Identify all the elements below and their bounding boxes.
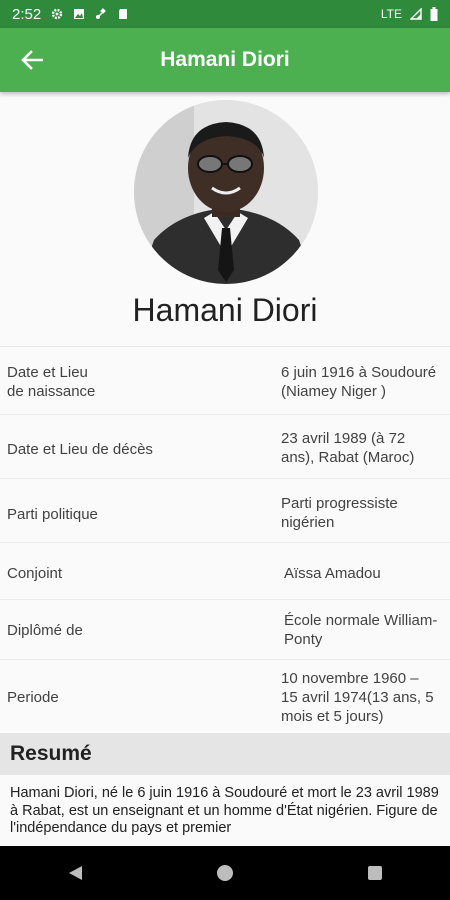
nav-back-button[interactable] xyxy=(45,846,105,900)
portrait-photo xyxy=(134,100,318,284)
detail-label: Periode xyxy=(7,689,59,706)
status-time: 2:52 xyxy=(12,5,42,23)
content: Hamani Diori Date et Lieu de naissance 6… xyxy=(0,92,450,846)
gear-icon xyxy=(52,8,63,20)
system-nav-bar xyxy=(0,846,450,900)
battery-icon xyxy=(430,7,438,21)
recents-square-icon xyxy=(368,866,382,880)
detail-label: Conjoint xyxy=(7,565,63,582)
satellite-icon xyxy=(96,8,107,19)
detail-value: 23 avril 1989 (à 72 ans), Rabat (Maroc) xyxy=(281,430,415,466)
nav-home-button[interactable] xyxy=(195,846,255,900)
detail-row-party: Parti politique Parti progressiste nigér… xyxy=(0,479,450,543)
back-triangle-icon xyxy=(69,866,82,880)
detail-row-death: Date et Lieu de décès 23 avril 1989 (à 7… xyxy=(0,415,450,479)
detail-row-birth: Date et Lieu de naissance 6 juin 1916 à … xyxy=(0,347,450,415)
resume-text: Hamani Diori, né le 6 juin 1916 à Soudou… xyxy=(10,785,439,836)
nav-recents-button[interactable] xyxy=(345,846,405,900)
arrow-left-icon xyxy=(21,50,43,70)
sd-card-icon xyxy=(119,9,128,19)
detail-label: Diplômé de xyxy=(7,622,83,639)
details-table: Date et Lieu de naissance 6 juin 1916 à … xyxy=(0,346,450,734)
detail-value: 6 juin 1916 à Soudouré (Niamey Niger ) xyxy=(281,364,437,400)
status-right: LTE xyxy=(381,7,438,21)
detail-row-period: Periode 10 novembre 1960 – 15 avril 1974… xyxy=(0,660,450,734)
status-left: 2:52 xyxy=(12,6,129,23)
resume-header: Resumé xyxy=(0,733,450,775)
portrait-illustration xyxy=(134,100,318,284)
image-icon xyxy=(74,9,85,19)
page-title: Hamani Diori xyxy=(160,48,290,71)
detail-label: Parti politique xyxy=(7,506,98,523)
detail-row-spouse: Conjoint Aïssa Amadou xyxy=(0,543,450,600)
status-bar: 2:52 LTE xyxy=(0,0,450,28)
app-bar: Hamani Diori xyxy=(0,28,450,92)
network-type: LTE xyxy=(380,7,402,21)
detail-label: Date et Lieu de naissance xyxy=(7,364,96,400)
detail-label: Date et Lieu de décès xyxy=(7,441,153,458)
person-name: Hamani Diori xyxy=(132,292,318,328)
signal-icon xyxy=(410,8,422,20)
detail-value: Aïssa Amadou xyxy=(284,565,381,582)
back-button[interactable] xyxy=(14,44,50,76)
detail-value: Parti progressiste nigérien xyxy=(281,495,398,531)
home-circle-icon xyxy=(217,865,233,881)
detail-value: École normale William- Ponty xyxy=(284,612,438,648)
detail-row-diploma: Diplômé de École normale William- Ponty xyxy=(0,600,450,660)
detail-value: 10 novembre 1960 – 15 avril 1974(13 ans,… xyxy=(281,670,434,725)
